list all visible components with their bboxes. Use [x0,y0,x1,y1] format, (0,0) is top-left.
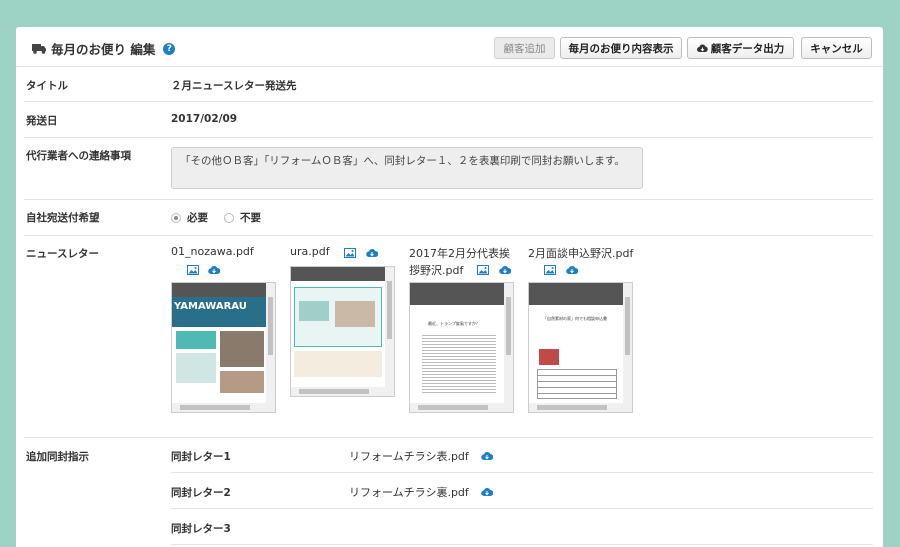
self-send-option-not-required[interactable]: 不要 [224,210,261,225]
cloud-download-icon[interactable] [481,485,493,498]
edit-panel: 毎月のお便り 編集 ? 顧客追加 毎月のお便り内容表示 顧客データ出力 キャンセ… [16,27,883,547]
export-data-button[interactable]: 顧客データ出力 [687,37,794,59]
cloud-download-icon[interactable] [208,263,220,276]
image-icon[interactable] [187,263,199,276]
newsletter-file-2-name: ura.pdf [290,245,330,258]
thumb-heading-text: 「自然素材の家」何でも相談申込書 [543,316,607,321]
page-title: 毎月のお便り 編集 ? [32,39,176,58]
cloud-download-icon[interactable] [499,263,511,276]
option-label: 必要 [187,212,208,224]
newsletter-label: ニュースレター [26,248,99,260]
thumb-vscroll[interactable] [623,283,632,403]
send-date-row: 発送日 2017/02/09 [24,102,873,138]
cancel-button[interactable]: キャンセル [801,37,872,59]
self-send-label: 自社宛送付希望 [26,212,100,224]
enclosure-1-file: リフォームチラシ表.pdf [349,450,469,463]
thumb-form-table [537,369,617,399]
newsletter-file-3-name-line2: 拶野沢.pdf [409,264,464,277]
enclosures-label: 追加同封指示 [26,451,89,463]
newsletter-thumbnail-3[interactable]: 最近、トランプ旋風ですか？ [409,282,514,413]
enclosure-1-label: 同封レター1 [171,451,231,463]
self-send-row: 自社宛送付希望 必要 不要 [24,200,873,236]
enclosure-2-file: リフォームチラシ裏.pdf [349,486,469,499]
thumb-heading-text: 最近、トランプ旋風ですか？ [428,321,480,326]
self-send-option-required[interactable]: 必要 [171,210,208,225]
panel-header: 毎月のお便り 編集 ? 顧客追加 毎月のお便り内容表示 顧客データ出力 キャンセ… [16,27,883,67]
thumb-vscroll[interactable] [504,283,513,403]
thumb-photo [299,301,329,321]
thumb-vscroll[interactable] [385,267,394,387]
thumb-vscroll[interactable] [266,283,275,403]
page-title-text: 毎月のお便り 編集 [51,42,156,57]
send-date-label: 発送日 [26,115,58,127]
truck-icon [32,44,46,54]
thumb-header [410,283,513,305]
show-content-button[interactable]: 毎月のお便り内容表示 [560,37,682,59]
image-icon[interactable] [344,246,356,259]
thumb-header [529,283,632,305]
thumb-header [291,267,394,281]
enclosure-3-label: 同封レター3 [171,523,231,535]
image-icon[interactable] [477,263,489,276]
cloud-download-icon[interactable] [481,449,493,462]
newsletter-row: ニュースレター 01_nozawa.pdf YAMAWARAU ura.pdf [24,236,873,438]
newsletter-thumbnail-2[interactable] [290,266,395,397]
add-customer-button[interactable]: 顧客追加 [494,37,555,59]
radio-unselected-icon[interactable] [224,212,234,223]
thumb-brand-text: YAMAWARAU [174,301,247,312]
option-label: 不要 [240,212,261,224]
title-label: タイトル [26,80,68,92]
thumb-block [294,351,382,377]
agent-note-row: 代行業者への連絡事項 「その他ＯＢ客」「リフォームＯＢ客」へ、同封レター１、２を… [24,138,873,200]
title-value: ２月ニュースレター発送先 [171,80,297,92]
thumb-image [539,349,559,365]
thumb-header [172,283,275,297]
thumb-block [176,331,216,349]
thumb-block [176,353,216,383]
thumb-hscroll[interactable] [172,403,275,412]
divider [171,472,873,473]
divider [171,508,873,509]
divider [171,544,873,545]
cloud-download-icon [696,43,708,52]
thumb-text-lines [422,333,496,393]
newsletter-thumbnail-1[interactable]: YAMAWARAU [171,282,276,413]
export-data-label: 顧客データ出力 [710,42,785,55]
cloud-download-icon[interactable] [366,246,378,259]
help-icon[interactable]: ? [163,42,176,55]
newsletter-file-4-name: 2月面談申込野沢.pdf [528,247,634,260]
thumb-hscroll[interactable] [529,403,632,412]
send-date-value: 2017/02/09 [171,113,238,125]
thumb-photo [220,371,264,393]
image-icon[interactable] [544,263,556,276]
cloud-download-icon[interactable] [566,263,578,276]
newsletter-file-3-name: 2017年2月分代表挨 [409,247,510,260]
enclosure-2-label: 同封レター2 [171,487,231,499]
thumb-photo [335,301,375,327]
agent-note-label: 代行業者への連絡事項 [26,150,131,162]
title-row: タイトル ２月ニュースレター発送先 [24,67,873,102]
thumb-hscroll[interactable] [410,403,513,412]
newsletter-file-1-name: 01_nozawa.pdf [171,245,254,258]
newsletter-thumbnail-4[interactable]: 「自然素材の家」何でも相談申込書 [528,282,633,413]
enclosures-row: 追加同封指示 同封レター1 リフォームチラシ表.pdf 同封レター2 リフォーム… [24,438,873,547]
radio-selected-icon[interactable] [171,212,181,223]
thumb-banner: YAMAWARAU [172,297,266,327]
thumb-hscroll[interactable] [291,387,394,396]
agent-note-field[interactable]: 「その他ＯＢ客」「リフォームＯＢ客」へ、同封レター１、２を表裏印刷で同封お願いし… [171,147,643,189]
thumb-photo [220,331,264,367]
